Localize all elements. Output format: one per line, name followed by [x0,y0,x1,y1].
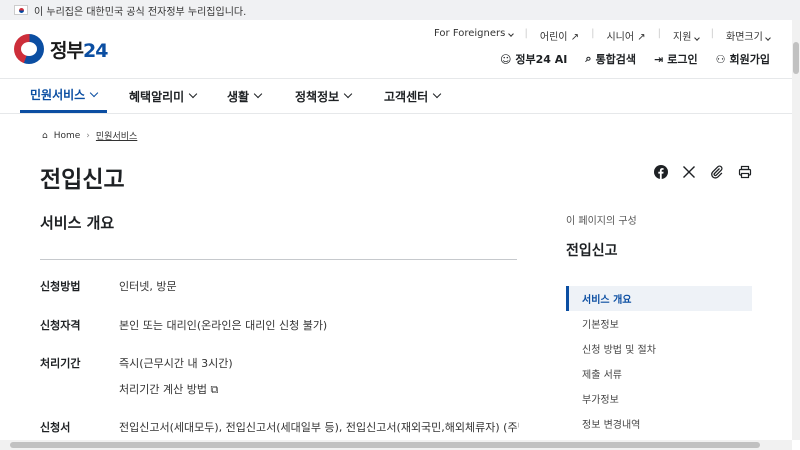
breadcrumb-current[interactable]: 민원서비스 [96,129,137,142]
horizontal-scrollbar[interactable] [0,440,792,450]
scrollbar-thumb[interactable] [793,42,799,74]
main-navigation: 민원서비스 혜택알리미 생활 정책정보 고객센터 [0,78,792,114]
for-foreigners-link[interactable]: For Foreigners [434,28,514,43]
divider [40,259,517,260]
toc-list: 서비스 개요 기본정보 신청 방법 및 절차 제출 서류 부가정보 정보 변경내… [566,286,752,436]
chevron-down-icon [432,89,442,99]
ai-button[interactable]: ☺ 정부24 AI [500,51,567,67]
chevron-down-icon [89,88,99,97]
eligibility-value: 본인 또는 대리인(온라인은 대리인 신청 불가) [119,319,328,332]
toc-item-procedure[interactable]: 신청 방법 및 절차 [566,336,752,361]
nav-item-benefits[interactable]: 혜택알리미 [129,79,198,113]
kids-link[interactable]: 어린이 ↗ [540,28,579,43]
external-link-icon: ↗ [637,32,646,43]
toc-item-overview[interactable]: 서비스 개요 [566,286,752,311]
period-value: 즉시(근무시간 내 3시간) [119,357,233,370]
chevron-right-icon: › [86,130,90,141]
vertical-scrollbar[interactable] [792,20,800,440]
print-icon[interactable] [738,164,752,179]
toc-title: 전입신고 [566,243,618,259]
site-header: 정부24 For Foreigners | 어린이 ↗ | 시니어 ↗ | 지원… [0,20,800,78]
form-label: 신청서 [40,421,71,434]
gov-banner-text: 이 누리집은 대한민국 공식 전자정부 누리집입니다. [34,6,247,18]
external-link-icon: ↗ [570,32,580,43]
toc-item-basic-info[interactable]: 기본정보 [566,311,752,336]
gov-banner: 이 누리집은 대한민국 공식 전자정부 누리집입니다. [0,0,800,20]
toc-item-documents[interactable]: 제출 서류 [566,361,752,386]
nav-item-customer-center[interactable]: 고객센터 [384,79,442,113]
support-menu[interactable]: 지원 [673,28,700,43]
korea-flag-icon [14,5,28,15]
chevron-down-icon [765,35,771,41]
ai-robot-icon: ☺ [499,52,512,66]
utility-links: For Foreigners | 어린이 ↗ | 시니어 ↗ | 지원 | 화면… [434,28,771,43]
toc-item-change-history[interactable]: 정보 변경내역 [566,411,752,436]
chevron-down-icon [343,89,353,99]
x-twitter-icon[interactable] [682,164,696,178]
user-add-icon: ⚇ [715,52,726,66]
logo-text: 정부24 [50,39,108,62]
chevron-down-icon [693,35,700,41]
chevron-down-icon [507,31,514,37]
toc-caption: 이 페이지의 구성 [566,216,637,227]
eligibility-label: 신청자격 [40,319,81,332]
form-value: 전입신고서(세대모두), 전입신고서(세대일부 등), 전입신고서(재외국민,해… [119,421,519,434]
screen-size-menu[interactable]: 화면크기 [726,28,771,43]
login-icon: ⇥ [654,52,664,66]
method-value: 인터넷, 방문 [119,280,177,293]
nav-item-policy[interactable]: 정책정보 [295,79,353,113]
taegeuk-logo-icon [14,34,44,64]
search-icon: ⌕ [585,52,592,65]
chevron-down-icon [188,89,198,99]
breadcrumb-home[interactable]: Home [54,131,81,141]
copy-icon: ⧉ [210,383,219,396]
period-label: 처리기간 [40,357,81,370]
senior-link[interactable]: 시니어 ↗ [606,28,645,43]
logo[interactable]: 정부24 [14,34,108,64]
section-title: 서비스 개요 [40,214,115,232]
toc-item-additional-info[interactable]: 부가정보 [566,386,752,411]
signup-button[interactable]: ⚇ 회원가입 [716,51,770,67]
page-title: 전입신고 [40,167,125,193]
login-button[interactable]: ⇥ 로그인 [654,51,698,67]
chevron-down-icon [253,89,263,99]
nav-item-civil-service[interactable]: 민원서비스 [20,79,108,113]
share-toolbar [654,164,752,179]
nav-item-life[interactable]: 생활 [227,79,263,113]
facebook-icon[interactable] [654,164,668,179]
search-button[interactable]: ⌕ 통합검색 [585,51,636,67]
utility-actions: ☺ 정부24 AI ⌕ 통합검색 ⇥ 로그인 ⚇ 회원가입 [500,51,770,67]
method-label: 신청방법 [40,280,81,293]
link-copy-icon[interactable] [710,164,724,179]
scrollbar-thumb[interactable] [10,442,760,448]
breadcrumb: ⌂ Home › 민원서비스 [42,129,137,143]
period-calc-link[interactable]: 처리기간 계산 방법 ⧉ [119,381,218,397]
home-icon: ⌂ [42,130,48,141]
